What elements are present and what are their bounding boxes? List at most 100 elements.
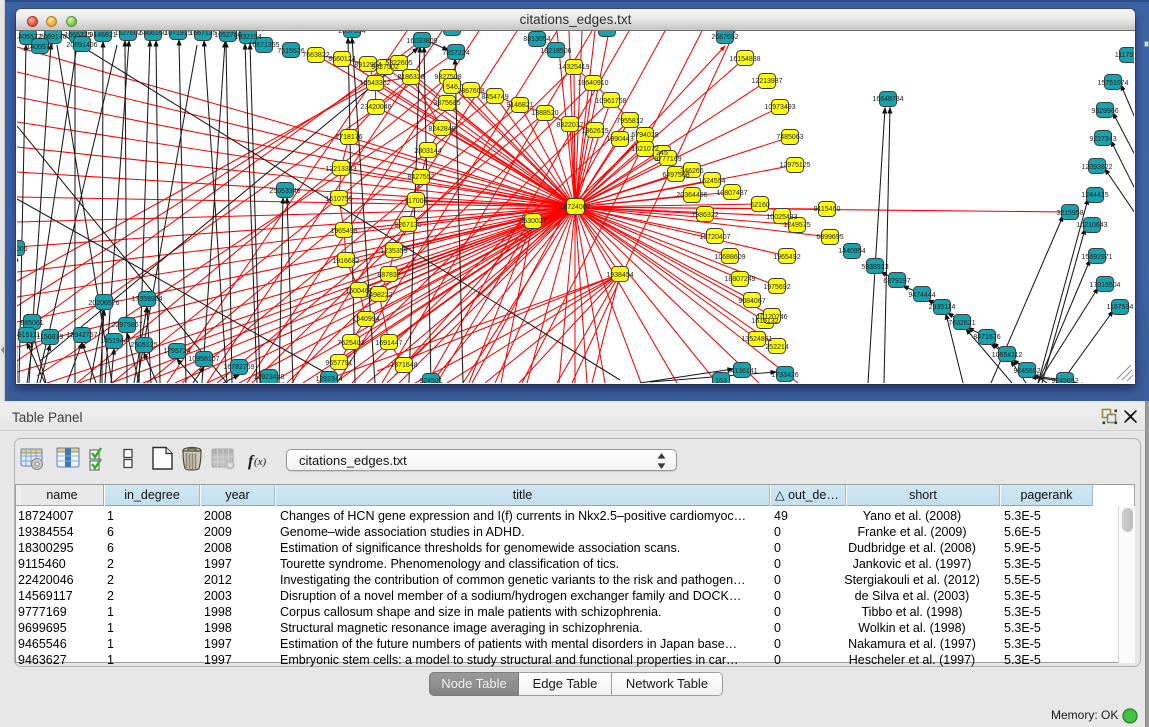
svg-text:8427552: 8427552 bbox=[407, 174, 434, 181]
svg-text:252214: 252214 bbox=[765, 344, 788, 351]
svg-text:15751074: 15751074 bbox=[1097, 80, 1128, 87]
svg-text:1292344: 1292344 bbox=[315, 376, 342, 383]
svg-text:1965498: 1965498 bbox=[330, 228, 357, 235]
svg-text:2935114: 2935114 bbox=[929, 304, 956, 311]
svg-text:9657791: 9657791 bbox=[325, 360, 352, 367]
svg-text:1938454: 1938454 bbox=[606, 272, 633, 279]
svg-text:1610755: 1610755 bbox=[325, 196, 352, 203]
svg-text:924501: 924501 bbox=[419, 378, 442, 383]
svg-text:1249575: 1249575 bbox=[783, 222, 810, 229]
svg-text:1795724: 1795724 bbox=[163, 348, 190, 355]
svg-text:1691447: 1691447 bbox=[375, 340, 402, 347]
svg-text:2505125: 2505125 bbox=[130, 342, 157, 349]
svg-text:14136141: 14136141 bbox=[726, 368, 757, 375]
svg-text:7857224: 7857224 bbox=[442, 50, 469, 57]
svg-text:8471676: 8471676 bbox=[973, 334, 1000, 341]
svg-text:13524851: 13524851 bbox=[741, 336, 772, 343]
svg-text:15720407: 15720407 bbox=[699, 234, 730, 241]
svg-text:15692971: 15692971 bbox=[1081, 254, 1112, 261]
svg-text:1388520: 1388520 bbox=[531, 110, 558, 117]
svg-text:9146821: 9146821 bbox=[506, 102, 533, 109]
svg-text:1451944: 1451944 bbox=[100, 338, 127, 345]
svg-text:2057394: 2057394 bbox=[338, 31, 365, 35]
svg-text:9084067: 9084067 bbox=[738, 298, 765, 305]
svg-text:1405572: 1405572 bbox=[26, 44, 53, 51]
svg-text:9474444: 9474444 bbox=[908, 292, 935, 299]
svg-text:8322037: 8322037 bbox=[556, 122, 583, 129]
svg-text:12942757: 12942757 bbox=[66, 332, 97, 339]
svg-text:10807487: 10807487 bbox=[716, 190, 747, 197]
svg-text:7955812: 7955812 bbox=[616, 118, 643, 125]
svg-text:16154838: 16154838 bbox=[729, 56, 760, 63]
svg-text:10958107: 10958107 bbox=[188, 356, 219, 363]
svg-text:885061: 885061 bbox=[20, 320, 43, 327]
svg-text:1371648: 1371648 bbox=[390, 362, 417, 369]
svg-text:6379197: 6379197 bbox=[883, 278, 910, 285]
svg-text:16210643: 16210643 bbox=[1076, 222, 1107, 229]
svg-text:8242848: 8242848 bbox=[428, 126, 455, 133]
svg-text:18640910: 18640910 bbox=[577, 80, 608, 87]
svg-text:1527602: 1527602 bbox=[114, 31, 141, 37]
svg-text:8267130: 8267130 bbox=[394, 222, 421, 229]
svg-text:3875685: 3875685 bbox=[433, 100, 460, 107]
svg-text:10120746: 10120746 bbox=[756, 314, 787, 321]
svg-text:22975867: 22975867 bbox=[111, 322, 142, 329]
svg-text:7663822: 7663822 bbox=[302, 52, 329, 59]
svg-text:2069140: 2069140 bbox=[39, 34, 66, 41]
svg-text:117006: 117006 bbox=[405, 198, 428, 205]
svg-text:7485063: 7485063 bbox=[776, 134, 803, 141]
svg-text:5938923: 5938923 bbox=[861, 264, 888, 271]
svg-text:746266: 746266 bbox=[680, 168, 703, 175]
svg-text:12093822: 12093822 bbox=[1081, 164, 1112, 171]
svg-text:1440954: 1440954 bbox=[838, 248, 865, 255]
svg-text:10688609: 10688609 bbox=[714, 254, 745, 261]
svg-text:1405572: 1405572 bbox=[17, 34, 42, 41]
svg-text:9115460: 9115460 bbox=[814, 206, 841, 213]
svg-text:1624554: 1624554 bbox=[698, 178, 725, 185]
svg-text:1156819: 1156819 bbox=[37, 334, 64, 341]
svg-text:10973493: 10973493 bbox=[764, 104, 795, 111]
svg-text:1916682: 1916682 bbox=[332, 258, 359, 265]
svg-text:9327508: 9327508 bbox=[434, 74, 461, 81]
svg-text:2687652: 2687652 bbox=[711, 34, 738, 41]
svg-text:18724007: 18724007 bbox=[559, 204, 590, 211]
svg-text:2803144: 2803144 bbox=[414, 148, 441, 155]
svg-text:1071915: 1071915 bbox=[164, 31, 191, 37]
svg-text:2530027: 2530027 bbox=[519, 218, 546, 225]
svg-text:1975692: 1975692 bbox=[763, 284, 790, 291]
svg-text:546: 546 bbox=[446, 84, 458, 91]
svg-text:16543362: 16543362 bbox=[359, 80, 390, 87]
svg-text:8454749: 8454749 bbox=[481, 94, 508, 101]
svg-text:12213987: 12213987 bbox=[751, 78, 782, 85]
svg-text:217006: 217006 bbox=[17, 246, 28, 253]
svg-text:17016504: 17016504 bbox=[1089, 282, 1120, 289]
svg-text:12923448: 12923448 bbox=[253, 374, 284, 381]
svg-text:10025433: 10025433 bbox=[766, 214, 797, 221]
svg-text:1621072: 1621072 bbox=[631, 146, 658, 153]
svg-text:7625402: 7625402 bbox=[337, 340, 364, 347]
svg-text:9329966: 9329966 bbox=[1091, 108, 1118, 115]
svg-text:6794028: 6794028 bbox=[631, 132, 658, 139]
svg-text:25053346: 25053346 bbox=[269, 188, 300, 195]
svg-text:14325419: 14325419 bbox=[558, 64, 589, 71]
svg-text:9227343: 9227343 bbox=[1089, 136, 1116, 143]
svg-text:10654112: 10654112 bbox=[992, 352, 1023, 359]
svg-text:12975125: 12975125 bbox=[779, 162, 810, 169]
svg-text:1032154: 1032154 bbox=[234, 34, 261, 41]
svg-text:(x): (x) bbox=[254, 456, 267, 468]
svg-text:7632621: 7632621 bbox=[948, 320, 975, 327]
svg-text:16671355: 16671355 bbox=[248, 42, 279, 49]
svg-text:8186328: 8186328 bbox=[397, 74, 424, 81]
svg-text:9245652: 9245652 bbox=[1051, 378, 1078, 383]
svg-text:1990443: 1990443 bbox=[606, 136, 633, 143]
svg-text:10961758: 10961758 bbox=[595, 98, 626, 105]
svg-text:19218506: 19218506 bbox=[540, 48, 571, 55]
svg-text:9146821: 9146821 bbox=[89, 32, 116, 39]
svg-text:20691406: 20691406 bbox=[66, 42, 97, 49]
svg-text:17359924: 17359924 bbox=[131, 296, 162, 303]
svg-text:20206576: 20206576 bbox=[88, 300, 119, 307]
svg-text:1117534: 1117534 bbox=[1115, 52, 1134, 59]
svg-text:163: 163 bbox=[715, 378, 727, 383]
svg-text:1244415: 1244415 bbox=[1081, 192, 1108, 199]
svg-text:15723: 15723 bbox=[597, 31, 617, 33]
